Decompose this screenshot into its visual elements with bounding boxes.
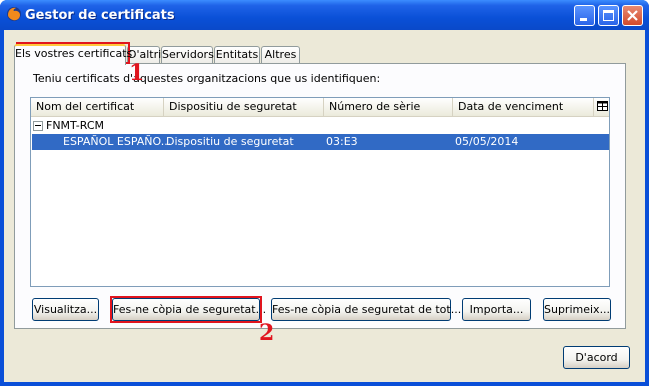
close-button[interactable] <box>622 5 643 26</box>
cell-expiry: 05/05/2014 <box>455 135 519 148</box>
tab-your-certificates[interactable]: Els vostres certificats <box>14 44 132 65</box>
cell-serial: 03:E3 <box>326 135 358 148</box>
panel-description: Teniu certificats d'aquestes organitzaci… <box>33 72 381 85</box>
group-label: FNMT-RCM <box>46 119 104 132</box>
table-row[interactable]: ESPAÑOL ESPAÑO... Dispositiu de segureta… <box>32 134 609 150</box>
column-header-name[interactable]: Nom del certificat <box>31 98 164 116</box>
column-header-expiry[interactable]: Data de venciment <box>453 98 594 116</box>
annotation-box-2 <box>110 296 262 323</box>
collapse-icon[interactable] <box>33 121 43 131</box>
title-bar[interactable]: Gestor de certificats <box>0 0 649 30</box>
backup-all-button[interactable]: Fes-ne còpia de seguretat de tot... <box>271 298 461 321</box>
import-button[interactable]: Importa... <box>462 298 531 321</box>
column-header-device[interactable]: Dispositiu de seguretat <box>164 98 324 116</box>
close-icon <box>627 10 638 21</box>
annotation-number-1: 1 <box>129 60 145 86</box>
column-header-row: Nom del certificat Dispositiu de seguret… <box>31 98 609 117</box>
minimize-icon <box>580 18 587 21</box>
certificate-tree[interactable]: Nom del certificat Dispositiu de seguret… <box>30 97 610 287</box>
column-picker-icon[interactable] <box>597 101 608 112</box>
minimize-button[interactable] <box>574 5 595 26</box>
ok-button[interactable]: D'acord <box>563 346 630 369</box>
certificate-manager-window: Gestor de certificats Els vostres certif… <box>0 0 649 386</box>
tab-authorities[interactable]: Entitats <box>214 46 260 64</box>
tree-group-row[interactable]: FNMT-RCM <box>33 119 104 133</box>
delete-button[interactable]: Suprimeix... <box>543 298 611 321</box>
firefox-icon <box>7 7 21 21</box>
cell-device: Dispositiu de seguretat <box>166 135 294 148</box>
cell-name: ESPAÑOL ESPAÑO... <box>63 135 172 148</box>
tab-servers[interactable]: Servidors <box>161 46 214 64</box>
maximize-icon <box>603 10 614 21</box>
view-button-row[interactable]: Visualitza... <box>32 298 99 321</box>
tab-other[interactable]: Altres <box>261 46 300 64</box>
maximize-button[interactable] <box>598 5 619 26</box>
annotation-number-2: 2 <box>259 320 275 346</box>
window-title: Gestor de certificats <box>25 8 175 23</box>
column-header-serial[interactable]: Número de sèrie <box>324 98 453 116</box>
dialog-body: Els vostres certificats D'altri Servidor… <box>4 30 645 382</box>
tab-panel: Teniu certificats d'aquestes organitzaci… <box>14 63 626 329</box>
